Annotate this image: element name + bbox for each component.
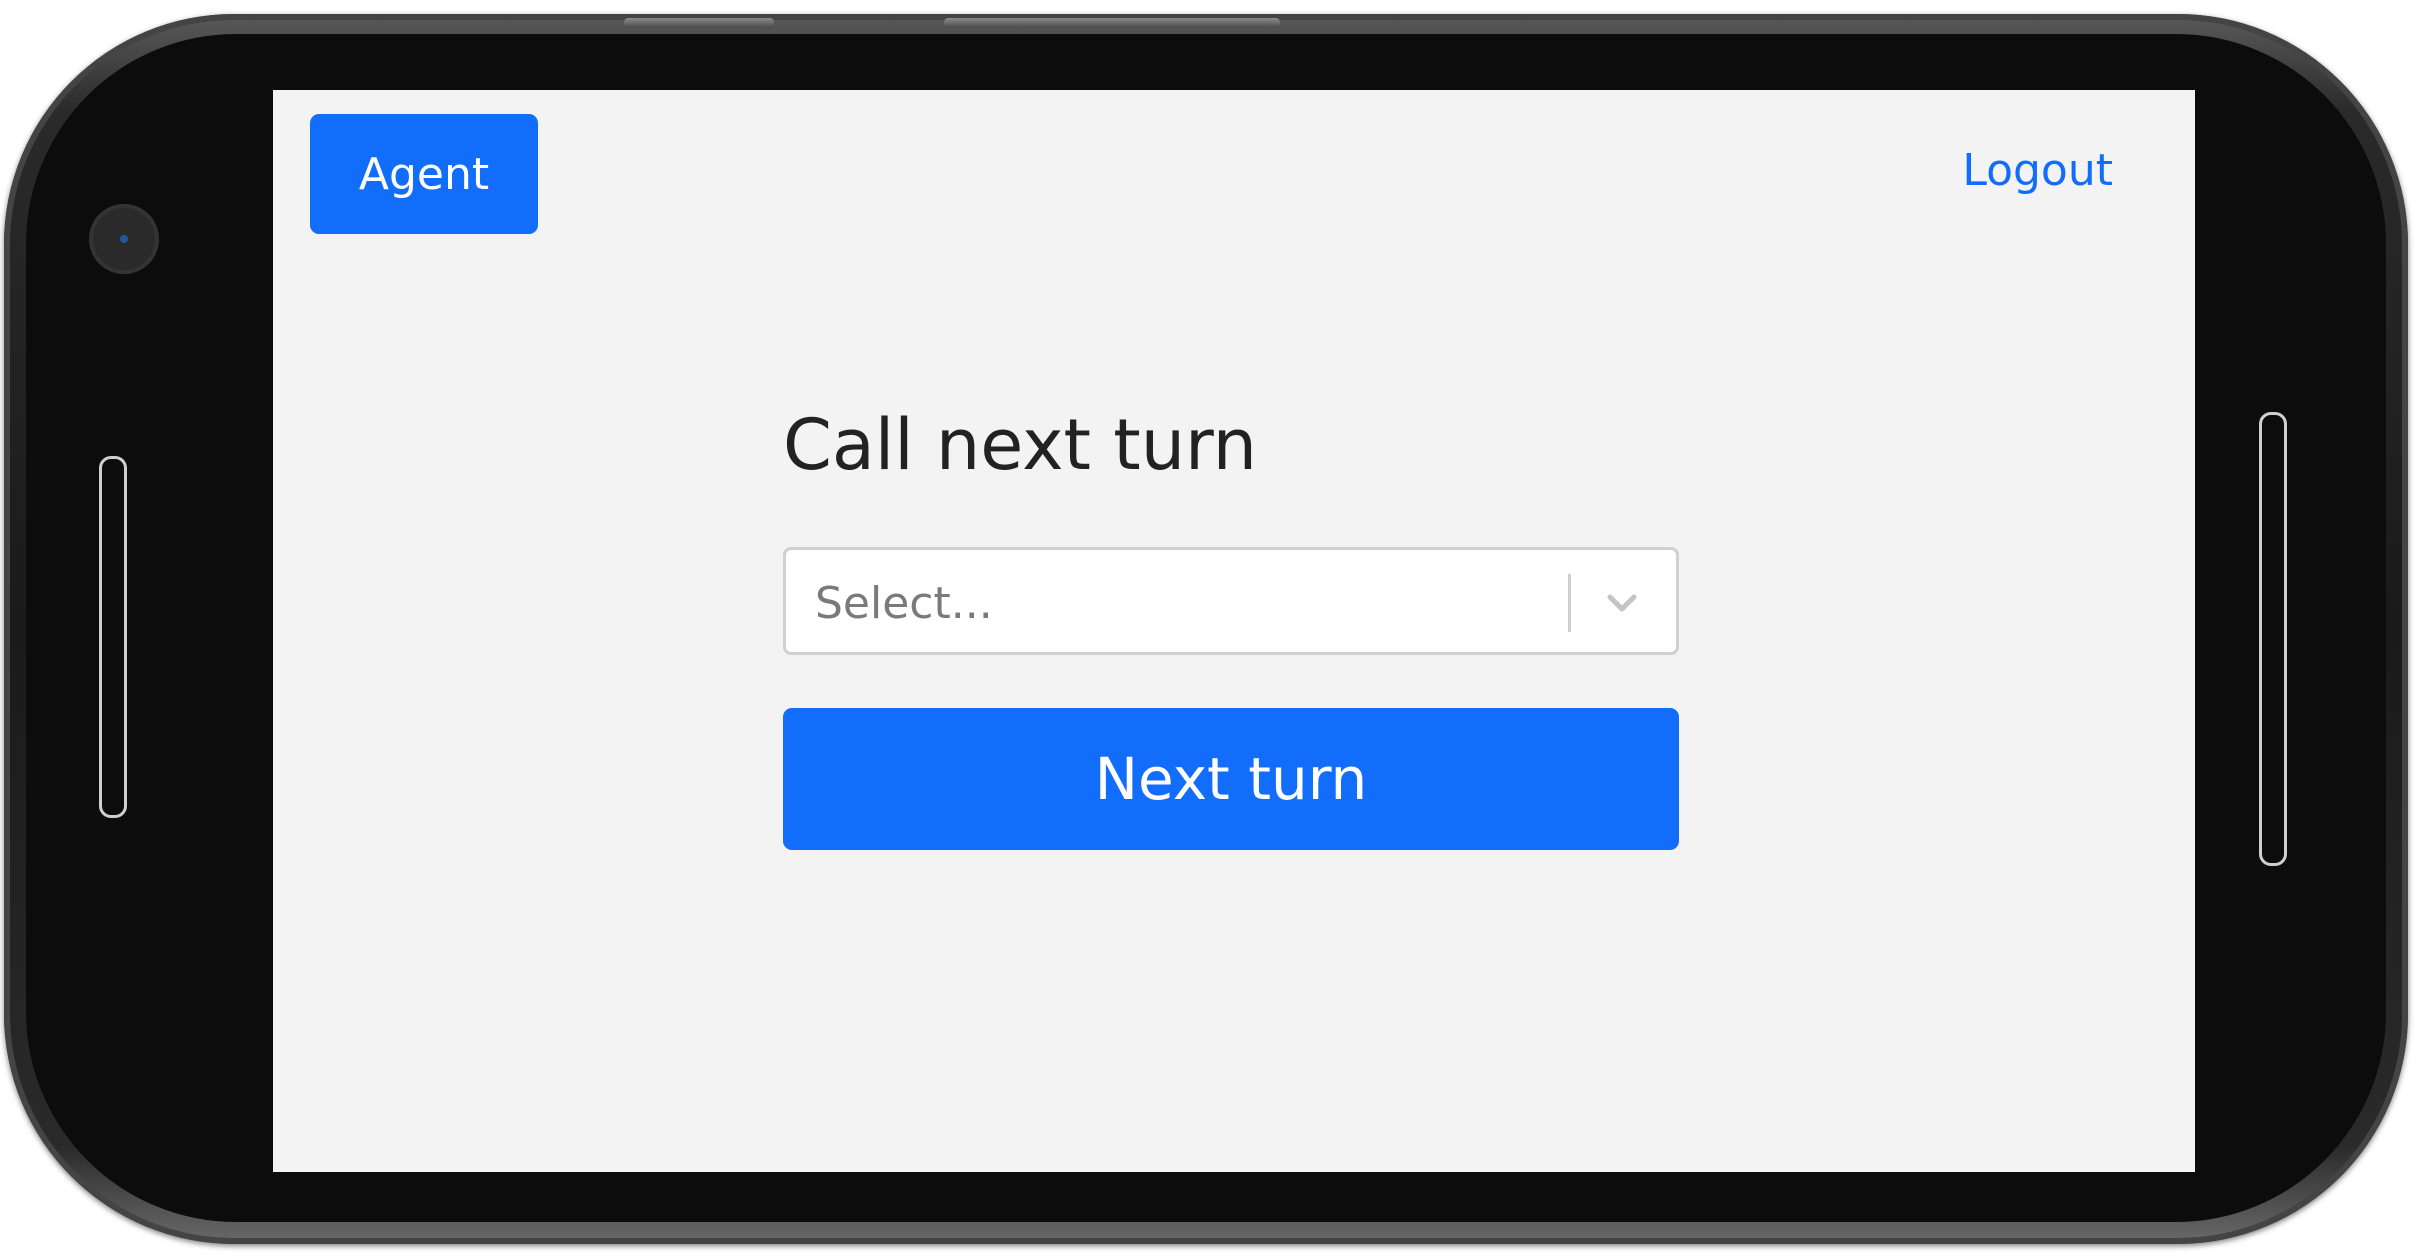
next-turn-button[interactable]: Next turn bbox=[783, 708, 1679, 850]
agent-button[interactable]: Agent bbox=[310, 114, 538, 234]
chevron-down-icon[interactable] bbox=[1599, 580, 1645, 626]
front-camera bbox=[89, 204, 159, 274]
select-divider bbox=[1568, 574, 1571, 632]
speaker-grille-left bbox=[99, 456, 127, 818]
volume-key bbox=[624, 18, 774, 28]
select-placeholder: Select... bbox=[815, 578, 993, 629]
logout-link[interactable]: Logout bbox=[1962, 145, 2113, 196]
speaker-grille-right bbox=[2259, 412, 2287, 866]
page-title: Call next turn bbox=[783, 404, 1257, 486]
power-key bbox=[944, 18, 1280, 28]
turn-select[interactable]: Select... bbox=[783, 547, 1679, 655]
app-screen: Agent Logout Call next turn Select... Ne… bbox=[273, 90, 2195, 1172]
